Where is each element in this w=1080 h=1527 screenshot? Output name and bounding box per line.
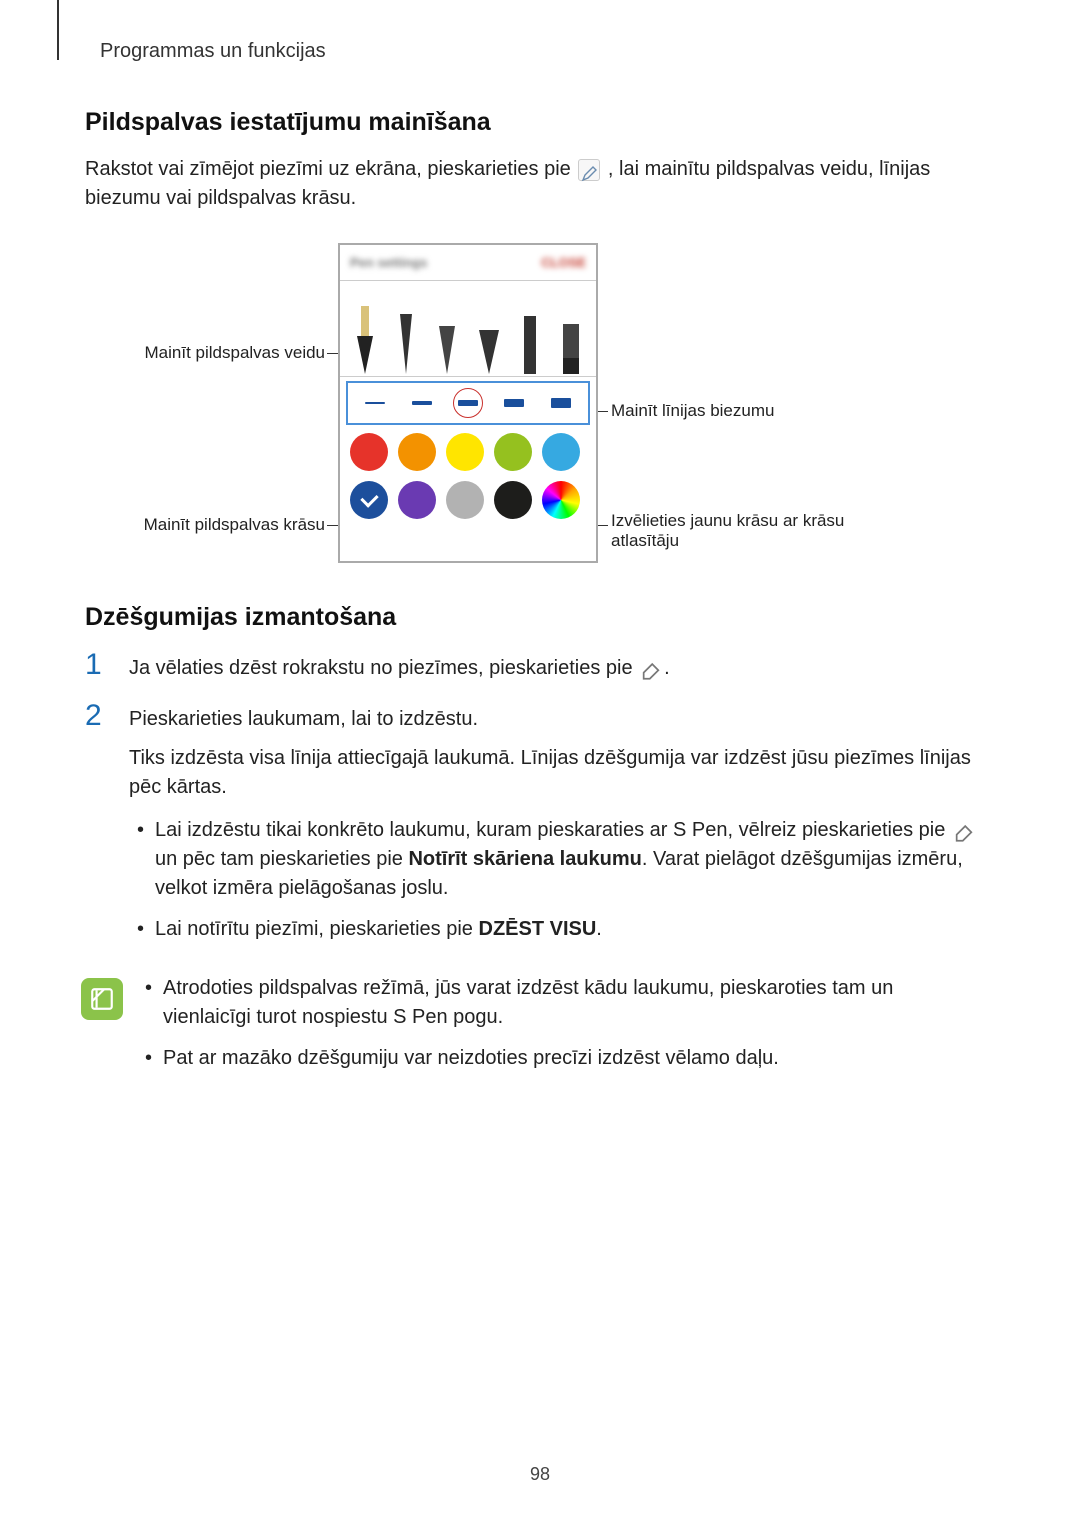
section-heading-eraser: Dzēšgumijas izmantošana [85, 603, 985, 632]
step-1: 1 Ja vēlaties dzēst rokrakstu no piezīme… [85, 650, 985, 683]
pen-settings-diagram: Mainīt pildspalvas veidu Mainīt pildspal… [85, 243, 985, 573]
section1-para-before: Rakstot vai zīmējot piezīmi uz ekrāna, p… [85, 158, 576, 180]
eraser-steps: 1 Ja vēlaties dzēst rokrakstu no piezīme… [85, 650, 985, 956]
step-1-text-after: . [664, 657, 670, 679]
swatch-green [494, 433, 532, 471]
color-grid [340, 425, 596, 519]
thickness-5 [551, 398, 571, 408]
swatch-gray [446, 481, 484, 519]
swatch-cyan [542, 433, 580, 471]
pen-tip-pencil [432, 296, 462, 376]
thickness-1 [365, 402, 385, 404]
page-header-breadcrumb: Programmas un funkcijas [100, 40, 326, 63]
step-number: 2 [85, 701, 129, 731]
bullet1-bold: Notīrīt skāriena laukumu [408, 848, 641, 870]
callout-pen-color: Mainīt pildspalvas krāsu [85, 515, 325, 535]
bullet1-mid: un pēc tam pieskarieties pie [155, 848, 408, 870]
bullet2-post: . [596, 918, 602, 940]
page-number: 98 [0, 1464, 1080, 1485]
bullet-erase-area: Lai izdzēstu tikai konkrēto laukumu, kur… [129, 816, 985, 903]
note-icon [81, 978, 123, 1020]
swatch-purple [398, 481, 436, 519]
pen-icon [578, 159, 600, 181]
note-list: Atrodoties pildspalvas režīmā, jūs varat… [137, 974, 985, 1085]
panel-header: Pen settings CLOSE [340, 245, 596, 281]
page-margin-rule [57, 0, 59, 60]
note-item-1: Atrodoties pildspalvas režīmā, jūs varat… [137, 974, 985, 1032]
line-thickness-row [346, 381, 590, 425]
step-2-body: Pieskarieties laukumam, lai to izdzēstu.… [129, 701, 985, 956]
eraser-icon [953, 820, 975, 842]
eraser-icon [640, 658, 662, 680]
swatch-red [350, 433, 388, 471]
thickness-4 [504, 399, 524, 407]
panel-action-blur: CLOSE [541, 255, 586, 270]
pen-tip-fountain [350, 296, 380, 376]
callout-pen-type: Mainīt pildspalvas veidu [85, 343, 325, 363]
pen-settings-panel: Pen settings CLOSE [338, 243, 598, 563]
pen-tip-pen [391, 296, 421, 376]
swatch-black [494, 481, 532, 519]
step-1-body: Ja vēlaties dzēst rokrakstu no piezīmes,… [129, 650, 985, 683]
bullet-erase-all: Lai notīrītu piezīmi, pieskarieties pie … [129, 915, 985, 944]
bullet2-bold: DZĒST VISU [479, 918, 597, 940]
thickness-3-selected [458, 400, 478, 406]
bullet2-pre: Lai notīrītu piezīmi, pieskarieties pie [155, 918, 479, 940]
pen-tip-highlighter [556, 296, 586, 376]
note-item-2: Pat ar mazāko dzēšgumiju var neizdoties … [137, 1044, 985, 1073]
bullet1-pre: Lai izdzēstu tikai konkrēto laukumu, kur… [155, 819, 951, 841]
step-1-text-before: Ja vēlaties dzēst rokrakstu no piezīmes,… [129, 657, 638, 679]
step-2-bullets: Lai izdzēstu tikai konkrēto laukumu, kur… [129, 816, 985, 944]
step-2: 2 Pieskarieties laukumam, lai to izdzēst… [85, 701, 985, 956]
page-content: Pildspalvas iestatījumu mainīšana Raksto… [85, 108, 985, 1085]
swatch-blue-selected [350, 481, 388, 519]
step-2-text: Pieskarieties laukumam, lai to izdzēstu. [129, 705, 985, 734]
callout-line-thickness: Mainīt līnijas biezumu [611, 401, 774, 421]
pen-tip-marker [515, 296, 545, 376]
callout-color-picker: Izvēlieties jaunu krāsu ar krāsu atlasīt… [611, 511, 871, 551]
pen-tip-brush [474, 296, 504, 376]
panel-title-blur: Pen settings [350, 255, 427, 270]
pen-type-row [340, 281, 596, 377]
thickness-2 [412, 401, 432, 405]
swatch-orange [398, 433, 436, 471]
note-block: Atrodoties pildspalvas režīmā, jūs varat… [81, 974, 985, 1085]
step-number: 1 [85, 650, 129, 680]
step-2-para2: Tiks izdzēsta visa līnija attiecīgajā la… [129, 744, 985, 802]
swatch-yellow [446, 433, 484, 471]
swatch-picker [542, 481, 580, 519]
section-heading-pen-settings: Pildspalvas iestatījumu mainīšana [85, 108, 985, 137]
section1-paragraph: Rakstot vai zīmējot piezīmi uz ekrāna, p… [85, 155, 985, 213]
